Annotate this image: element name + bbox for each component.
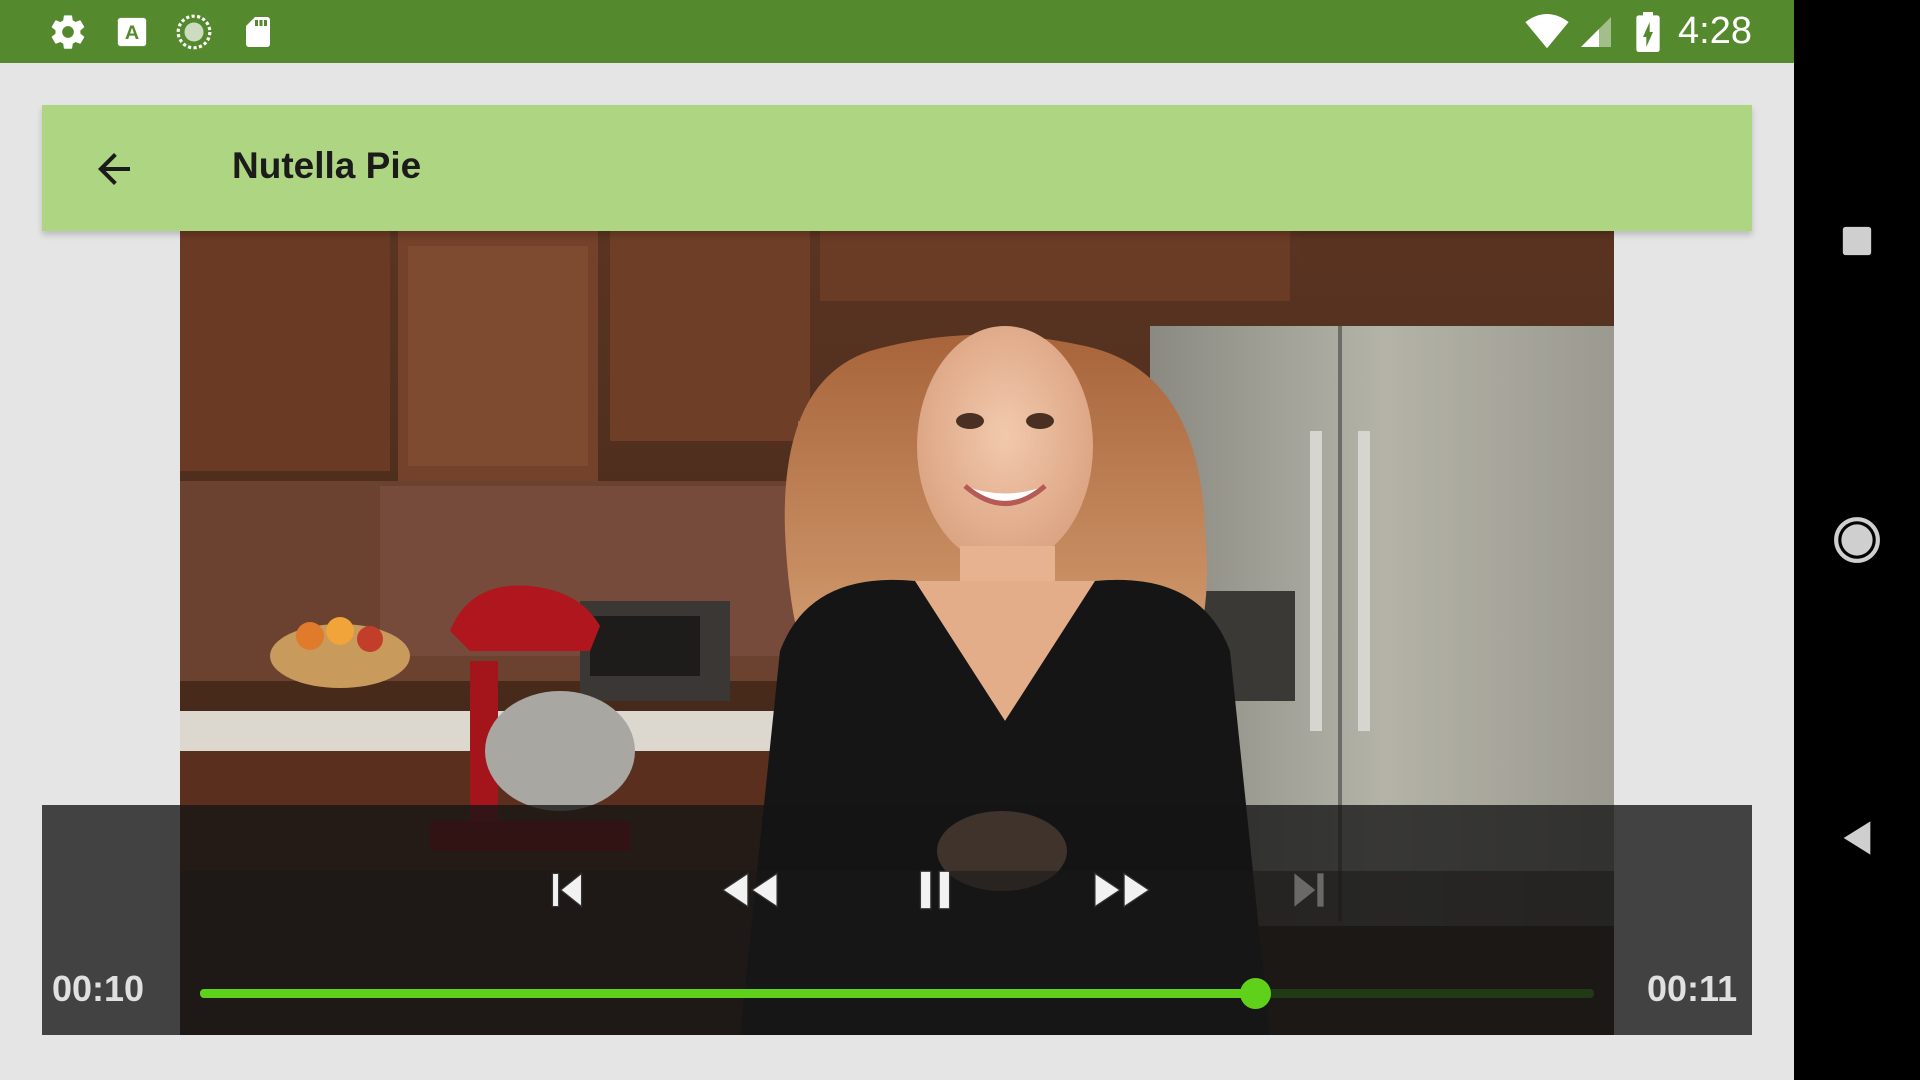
pause-button[interactable] (895, 855, 975, 925)
arrow-left-icon (98, 153, 130, 185)
app-surface: Nutella Pie 00:10 00:11 (0, 63, 1794, 1080)
elapsed-time: 00:10 (52, 968, 145, 1009)
page-title: Nutella Pie (232, 145, 422, 186)
rewind-icon (721, 872, 778, 908)
fast-forward-button[interactable] (1082, 855, 1162, 925)
rewind-button[interactable] (710, 855, 790, 925)
player-controls: 00:10 00:11 (42, 805, 1752, 1035)
home-button[interactable] (1827, 510, 1887, 570)
wifi-icon (1524, 12, 1570, 52)
skip-previous-icon (551, 872, 583, 908)
navigation-bar (1794, 0, 1920, 1080)
back-button[interactable] (86, 141, 142, 197)
status-bar: A 4:28 (0, 0, 1794, 63)
status-time: 4:28 (1678, 10, 1752, 52)
battery-charging-icon (1628, 12, 1668, 52)
text-a-icon: A (112, 12, 152, 52)
pause-icon (919, 870, 951, 910)
seek-bar[interactable] (200, 978, 1594, 1009)
square-icon (1842, 226, 1872, 256)
triangle-back-icon (1843, 821, 1871, 855)
sd-card-icon (238, 12, 278, 52)
circle-icon (1834, 517, 1880, 563)
signal-icon (1576, 12, 1616, 52)
recents-button[interactable] (1827, 211, 1887, 271)
svg-text:A: A (125, 22, 139, 44)
toolbar: Nutella Pie (42, 105, 1752, 231)
seek-progress (200, 989, 1256, 998)
skip-next-icon (1294, 873, 1324, 907)
duration-time: 00:11 (1647, 968, 1738, 1009)
gear-icon (48, 12, 88, 52)
sync-icon (174, 12, 214, 52)
fast-forward-icon (1094, 872, 1151, 908)
skip-next-button[interactable] (1269, 855, 1349, 925)
skip-previous-button[interactable] (527, 855, 607, 925)
player-card: Nutella Pie 00:10 00:11 (42, 105, 1752, 1035)
back-nav-button[interactable] (1827, 808, 1887, 868)
seek-thumb[interactable] (1240, 978, 1272, 1009)
